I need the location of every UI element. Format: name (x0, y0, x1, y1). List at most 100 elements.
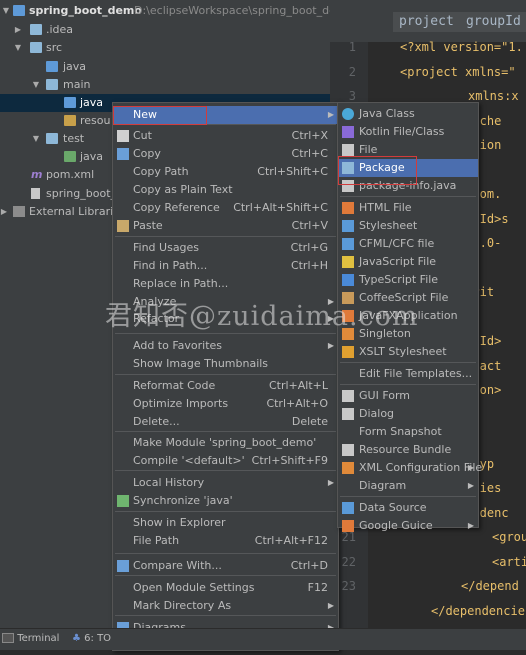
menu-item-compile-default[interactable]: Compile '<default>' Ctrl+Shift+F9 (113, 452, 338, 470)
tree-label: java (63, 60, 87, 73)
menu-item-label: Kotlin File/Class (359, 125, 445, 138)
submenu-arrow-icon: ▶ (467, 463, 474, 472)
guice-icon (342, 520, 354, 532)
menu-item-label: Copy Reference (133, 201, 220, 214)
terminal-tab[interactable]: Terminal (2, 631, 59, 647)
tree-item-java[interactable]: java (0, 58, 330, 76)
menu-item-compare-with[interactable]: Compare With... Ctrl+D (113, 557, 338, 575)
menu-item-open-module-settings[interactable]: Open Module Settings F12 (113, 579, 338, 597)
submenu-item-diagram[interactable]: Diagram ▶ (338, 477, 478, 495)
menu-item-delete[interactable]: Delete... Delete (113, 413, 338, 431)
submenu-item-form-snapshot[interactable]: Form Snapshot (338, 423, 478, 441)
chevron-down-icon[interactable]: ▼ (2, 2, 10, 20)
submenu-item-javafxapplication[interactable]: JavaFXApplication (338, 307, 478, 325)
menu-item-reformat-code[interactable]: Reformat Code Ctrl+Alt+L (113, 377, 338, 395)
line-number: 2 (348, 64, 356, 79)
package-highlight-box (338, 156, 417, 185)
menu-item-label: Paste (133, 219, 163, 232)
breadcrumb-groupid[interactable]: groupId (460, 12, 526, 32)
tree-item-main[interactable]: ▼ main (0, 76, 330, 94)
menu-item-show-in-explorer[interactable]: Show in Explorer (113, 514, 338, 532)
submenu-item-stylesheet[interactable]: Stylesheet (338, 217, 478, 235)
submenu-item-singleton[interactable]: Singleton (338, 325, 478, 343)
tree-item-src[interactable]: ▼ src (0, 39, 330, 57)
submenu-item-java-class[interactable]: Java Class (338, 105, 478, 123)
chevron-right-icon[interactable]: ▶ (14, 21, 22, 39)
menu-separator (340, 362, 476, 363)
submenu-item-google-guice[interactable]: Google Guice ▶ (338, 517, 478, 535)
sync-icon (117, 495, 129, 507)
terminal-label: Terminal (17, 633, 60, 644)
menu-item-label: XSLT Stylesheet (359, 345, 447, 358)
menu-item-show-image-thumbnails[interactable]: Show Image Thumbnails (113, 355, 338, 373)
chevron-down-icon[interactable]: ▼ (32, 76, 40, 94)
chevron-down-icon[interactable]: ▼ (32, 130, 40, 148)
menu-item-mark-directory-as[interactable]: Mark Directory As ▶ (113, 597, 338, 615)
file-icon (31, 188, 40, 199)
menu-item-label: Make Module 'spring_boot_demo' (133, 436, 317, 449)
submenu-item-javascript-file[interactable]: JavaScript File (338, 253, 478, 271)
menu-item-make-module-spring-boot-demo[interactable]: Make Module 'spring_boot_demo' (113, 434, 338, 452)
submenu-arrow-icon: ▶ (467, 521, 474, 530)
menu-item-label: Stylesheet (359, 219, 418, 232)
menu-item-shortcut: Ctrl+D (290, 559, 328, 572)
menu-item-shortcut: Ctrl+V (291, 219, 328, 232)
menu-item-replace-in-path[interactable]: Replace in Path... (113, 275, 338, 293)
menu-item-paste[interactable]: Paste Ctrl+V (113, 217, 338, 235)
menu-item-file-path[interactable]: File Path Ctrl+Alt+F12 (113, 532, 338, 550)
resource-bundle-icon (342, 444, 354, 456)
menu-separator (115, 575, 336, 576)
menu-item-label: Copy Path (133, 165, 189, 178)
menu-item-copy-reference[interactable]: Copy Reference Ctrl+Alt+Shift+C (113, 199, 338, 217)
menu-item-copy-path[interactable]: Copy Path Ctrl+Shift+C (113, 163, 338, 181)
submenu-item-html-file[interactable]: HTML File (338, 199, 478, 217)
tree-item-idea[interactable]: ▶ .idea (0, 21, 330, 39)
breadcrumb-project[interactable]: project (393, 12, 460, 32)
menu-item-label: JavaFXApplication (359, 309, 458, 322)
test-folder-icon (64, 151, 76, 162)
submenu-item-resource-bundle[interactable]: Resource Bundle (338, 441, 478, 459)
menu-item-copy[interactable]: Copy Ctrl+C (113, 145, 338, 163)
chevron-down-icon[interactable]: ▼ (14, 39, 22, 57)
tree-label: resou (80, 114, 111, 127)
menu-item-shortcut: Ctrl+Alt+Shift+C (233, 201, 328, 214)
submenu-item-cfml-cfc-file[interactable]: CFML/CFC file (338, 235, 478, 253)
menu-item-cut[interactable]: Cut Ctrl+X (113, 127, 338, 145)
menu-item-label: Compile '<default>' (133, 454, 245, 467)
scissors-icon (117, 130, 129, 142)
folder-icon (30, 42, 42, 53)
submenu-item-typescript-file[interactable]: TypeScript File (338, 271, 478, 289)
submenu-item-xslt-stylesheet[interactable]: XSLT Stylesheet (338, 343, 478, 361)
submenu-item-dialog[interactable]: Dialog (338, 405, 478, 423)
menu-item-synchronize-java[interactable]: Synchronize 'java' (113, 492, 338, 510)
menu-separator (115, 470, 336, 471)
tree-label: java (80, 96, 104, 109)
menu-item-analyze[interactable]: Analyze ▶ (113, 293, 338, 311)
submenu-item-gui-form[interactable]: GUI Form (338, 387, 478, 405)
code-line: </depend (461, 579, 519, 593)
typescript-icon (342, 274, 354, 286)
menu-item-shortcut: Ctrl+Alt+O (266, 397, 328, 410)
chevron-right-icon[interactable]: ▶ (0, 203, 8, 221)
menu-item-label: Show Image Thumbnails (133, 357, 269, 370)
submenu-item-xml-configuration-file[interactable]: XML Configuration File ▶ (338, 459, 482, 477)
submenu-item-coffeescript-file[interactable]: CoffeeScript File (338, 289, 478, 307)
menu-separator (340, 384, 476, 385)
menu-item-copy-as-plain-text[interactable]: Copy as Plain Text (113, 181, 338, 199)
java-class-icon (342, 108, 354, 120)
tree-root[interactable]: ▼ spring_boot_demo D:\eclipseWorkspace\s… (0, 2, 330, 20)
menu-item-label: Data Source (359, 501, 427, 514)
menu-item-find-in-path[interactable]: Find in Path... Ctrl+H (113, 257, 338, 275)
menu-item-local-history[interactable]: Local History ▶ (113, 474, 338, 492)
menu-item-optimize-imports[interactable]: Optimize Imports Ctrl+Alt+O (113, 395, 338, 413)
menu-item-add-to-favorites[interactable]: Add to Favorites ▶ (113, 337, 338, 355)
submenu-item-edit-file-templates[interactable]: Edit File Templates... (338, 365, 478, 383)
menu-item-shortcut: Ctrl+Shift+F9 (251, 454, 328, 467)
submenu-item-data-source[interactable]: Data Source (338, 499, 478, 517)
menu-item-refactor[interactable]: Refactor ▶ (113, 310, 338, 328)
submenu-item-kotlin-file-class[interactable]: Kotlin File/Class (338, 123, 478, 141)
todo-tab[interactable]: ♣ 6: TO (72, 631, 111, 647)
menu-item-label: Dialog (359, 407, 395, 420)
menu-item-find-usages[interactable]: Find Usages Ctrl+G (113, 239, 338, 257)
menu-item-shortcut: Ctrl+H (290, 259, 328, 272)
